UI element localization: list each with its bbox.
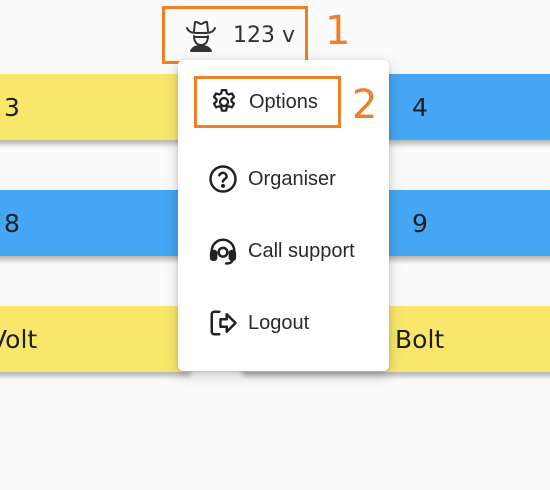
tile-9[interactable]: 9 <box>378 190 550 256</box>
menu-item-label: Organiser <box>248 167 336 190</box>
logout-icon <box>208 308 238 338</box>
menu-item-label: Call support <box>248 239 355 262</box>
tile-label: 8 <box>4 208 20 238</box>
cowboy-avatar-icon <box>183 17 219 53</box>
tile-label: Volt <box>0 324 38 354</box>
user-menu-button[interactable]: 123 v <box>162 6 308 64</box>
tile-8[interactable]: 8 <box>0 190 190 256</box>
tile-label: 9 <box>412 208 428 238</box>
menu-item-organiser[interactable]: Organiser <box>193 150 378 208</box>
menu-item-label: Logout <box>248 311 310 334</box>
question-circle-icon <box>208 164 238 194</box>
menu-item-label: Options <box>249 90 318 113</box>
tile-label: Bolt <box>395 324 445 354</box>
headset-icon <box>208 236 238 266</box>
gear-icon <box>209 87 239 117</box>
annotation-1: 1 <box>325 8 351 54</box>
tile-4[interactable]: 4 <box>378 74 550 140</box>
annotation-2: 2 <box>352 82 378 128</box>
tile-label: 4 <box>412 92 428 122</box>
tile-volt[interactable]: Volt <box>0 306 190 372</box>
user-name: 123 v <box>233 22 296 48</box>
menu-item-call-support[interactable]: Call support <box>193 222 378 280</box>
tile-label: 3 <box>4 92 20 122</box>
menu-item-logout[interactable]: Logout <box>193 294 378 352</box>
tile-3[interactable]: 3 <box>0 74 190 140</box>
menu-item-options[interactable]: Options <box>194 76 341 128</box>
